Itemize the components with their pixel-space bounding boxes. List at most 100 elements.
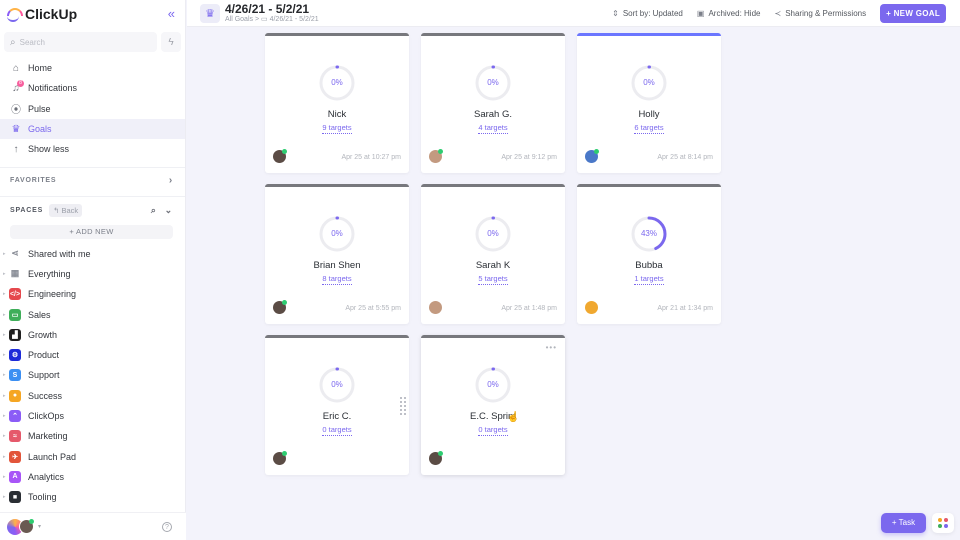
- progress-ring: 0%: [474, 366, 512, 404]
- progress-label: 0%: [331, 78, 343, 87]
- money-icon: ▭: [9, 308, 21, 321]
- goal-card[interactable]: 0% Holly 6 targets Apr 25 at 8:14 pm: [577, 33, 721, 173]
- archived-toggle[interactable]: ▣ Archived: Hide: [697, 9, 761, 18]
- owner-avatar[interactable]: [273, 451, 287, 465]
- caret-down-icon[interactable]: ▾: [38, 523, 41, 530]
- collapse-sidebar-icon[interactable]: «: [168, 6, 175, 21]
- goal-card[interactable]: 0% Nick 9 targets Apr 25 at 10:27 pm: [265, 33, 409, 173]
- space-item[interactable]: ▸ ■ Tooling: [0, 487, 185, 507]
- space-label: Product: [28, 350, 60, 361]
- chevron-down-icon[interactable]: ⌄: [165, 205, 173, 216]
- search-input[interactable]: ⌕ Search: [4, 32, 157, 52]
- targets-label: 5 targets: [478, 274, 508, 285]
- space-list: ▸ ⋖ Shared with me ▸ ▦ Everything ▸ </> Engineer…: [0, 243, 185, 507]
- notification-badge: 8: [17, 80, 24, 88]
- goal-card[interactable]: 0% Brian Shen 8 targets Apr 25 at 5:55 p…: [265, 184, 409, 324]
- space-label: Analytics: [28, 471, 65, 482]
- space-item[interactable]: ▸ ▦ Everything: [0, 264, 185, 284]
- owner-avatar[interactable]: [273, 149, 287, 163]
- progress-ring: 0%: [318, 64, 356, 102]
- targets-link[interactable]: 0 targets: [265, 425, 409, 436]
- progress-ring: 0%: [318, 215, 356, 253]
- sort-button[interactable]: ⇕ Sort by: Updated: [612, 9, 683, 18]
- favorites-label: FAVORITES: [10, 176, 57, 184]
- breadcrumb-separator: >: [254, 16, 260, 23]
- targets-link[interactable]: 1 targets: [577, 274, 721, 285]
- owner-avatar[interactable]: [273, 300, 287, 314]
- owner-avatar[interactable]: [429, 301, 442, 314]
- command-bolt-icon[interactable]: ϟ: [161, 32, 181, 52]
- owner-avatar[interactable]: [429, 451, 443, 465]
- space-item[interactable]: ▸ ⋖ Shared with me: [0, 243, 185, 263]
- goal-card[interactable]: 0% Sarah K 5 targets Apr 25 at 1:48 pm: [421, 184, 565, 324]
- apps-grid-icon[interactable]: [932, 513, 954, 533]
- favorites-header[interactable]: FAVORITES ›: [0, 168, 185, 192]
- space-item[interactable]: ▸ ⚙ Product: [0, 345, 185, 365]
- more-options-icon[interactable]: •••: [546, 343, 557, 352]
- success-icon: ●: [9, 389, 21, 402]
- space-item[interactable]: ▸ S Support: [0, 365, 185, 385]
- space-item[interactable]: ▸ A Analytics: [0, 467, 185, 487]
- progress-ring: 0%: [474, 64, 512, 102]
- targets-label: 0 targets: [322, 425, 352, 436]
- targets-link[interactable]: 9 targets: [265, 123, 409, 134]
- help-icon[interactable]: ?: [162, 521, 172, 532]
- analytics-icon: A: [9, 470, 21, 483]
- space-item[interactable]: ▸ </> Engineering: [0, 284, 185, 304]
- wifi-icon: ≈: [9, 430, 21, 443]
- space-item[interactable]: ▸ ✈ Launch Pad: [0, 446, 185, 466]
- back-button[interactable]: ↰ Back: [49, 203, 83, 217]
- new-goal-button[interactable]: + NEW GOAL: [880, 4, 946, 23]
- targets-link[interactable]: 6 targets: [577, 123, 721, 134]
- owner-avatar[interactable]: [585, 301, 598, 314]
- home-icon: ⌂: [12, 62, 20, 74]
- goal-name: Nick: [327, 109, 347, 120]
- targets-link[interactable]: 8 targets: [265, 274, 409, 285]
- search-spaces-icon[interactable]: ⌕: [151, 205, 157, 216]
- updated-date: Apr 25 at 8:14 pm: [657, 154, 713, 161]
- toolbar: ⇕ Sort by: Updated ▣ Archived: Hide ≺ Shari…: [612, 4, 946, 23]
- targets-label: 0 targets: [478, 425, 508, 436]
- nav-item-pulse[interactable]: ⦿ Pulse: [0, 99, 185, 119]
- sharing-button[interactable]: ≺ Sharing & Permissions: [774, 9, 866, 18]
- goal-name: Holly: [638, 109, 660, 120]
- targets-label: 1 targets: [634, 274, 664, 285]
- goal-card[interactable]: 0% E.C. Sprint 0 targets ••• ☝: [399, 335, 565, 475]
- breadcrumb-root[interactable]: All Goals: [225, 16, 253, 23]
- space-item[interactable]: ▸ ▭ Sales: [0, 304, 185, 324]
- space-item[interactable]: ▸ ▟ Growth: [0, 325, 185, 345]
- owner-avatar[interactable]: [585, 149, 599, 163]
- nav-item-home[interactable]: ⌂ Home: [0, 58, 185, 78]
- space-item[interactable]: ▸ ≈ Marketing: [0, 426, 185, 446]
- add-new-space-button[interactable]: + ADD NEW: [10, 225, 173, 240]
- nav-label: Home: [28, 63, 53, 74]
- updated-date: Apr 25 at 1:48 pm: [501, 305, 557, 312]
- updated-date: Apr 25 at 9:12 pm: [501, 154, 557, 161]
- nav-item-notifications[interactable]: ♫ 8 Notifications: [0, 78, 185, 98]
- nav-item-goals[interactable]: ♛ Goals: [0, 118, 185, 140]
- goal-name: E.C. Sprint: [470, 411, 516, 422]
- user-avatar[interactable]: [19, 519, 34, 534]
- folder-icon: ▭: [261, 16, 268, 23]
- add-task-button[interactable]: + Task: [881, 513, 926, 533]
- search-row: ⌕ Search ϟ: [4, 32, 181, 52]
- updated-date: Apr 25 at 10:27 pm: [341, 154, 401, 161]
- space-label: Engineering: [28, 289, 77, 300]
- goal-card[interactable]: 43% Bubba 1 targets Apr 21 at 1:34 pm: [577, 184, 721, 324]
- space-item[interactable]: ▸ ● Success: [0, 386, 185, 406]
- goal-name: Sarah K: [475, 260, 511, 271]
- targets-link[interactable]: 4 targets: [421, 123, 565, 134]
- goal-card[interactable]: 0% Eric C. 0 targets: [265, 335, 409, 475]
- owner-avatar[interactable]: [429, 149, 443, 163]
- goal-card[interactable]: 0% Sarah G. 4 targets Apr 25 at 9:12 pm: [421, 33, 565, 173]
- breadcrumb-folder[interactable]: 4/26/21 - 5/2/21: [270, 16, 319, 23]
- drag-handle[interactable]: [399, 396, 407, 416]
- space-item[interactable]: ▸ ⌃ ClickOps: [0, 406, 185, 426]
- nav-label: Pulse: [28, 103, 51, 114]
- logo-row: ClickUp «: [0, 0, 185, 28]
- product-icon: ⚙: [9, 349, 21, 362]
- targets-link[interactable]: 0 targets: [421, 425, 565, 436]
- nav-item-show-less[interactable]: ↑ Show less: [0, 139, 185, 159]
- space-label: Launch Pad: [28, 451, 77, 462]
- targets-link[interactable]: 5 targets: [421, 274, 565, 285]
